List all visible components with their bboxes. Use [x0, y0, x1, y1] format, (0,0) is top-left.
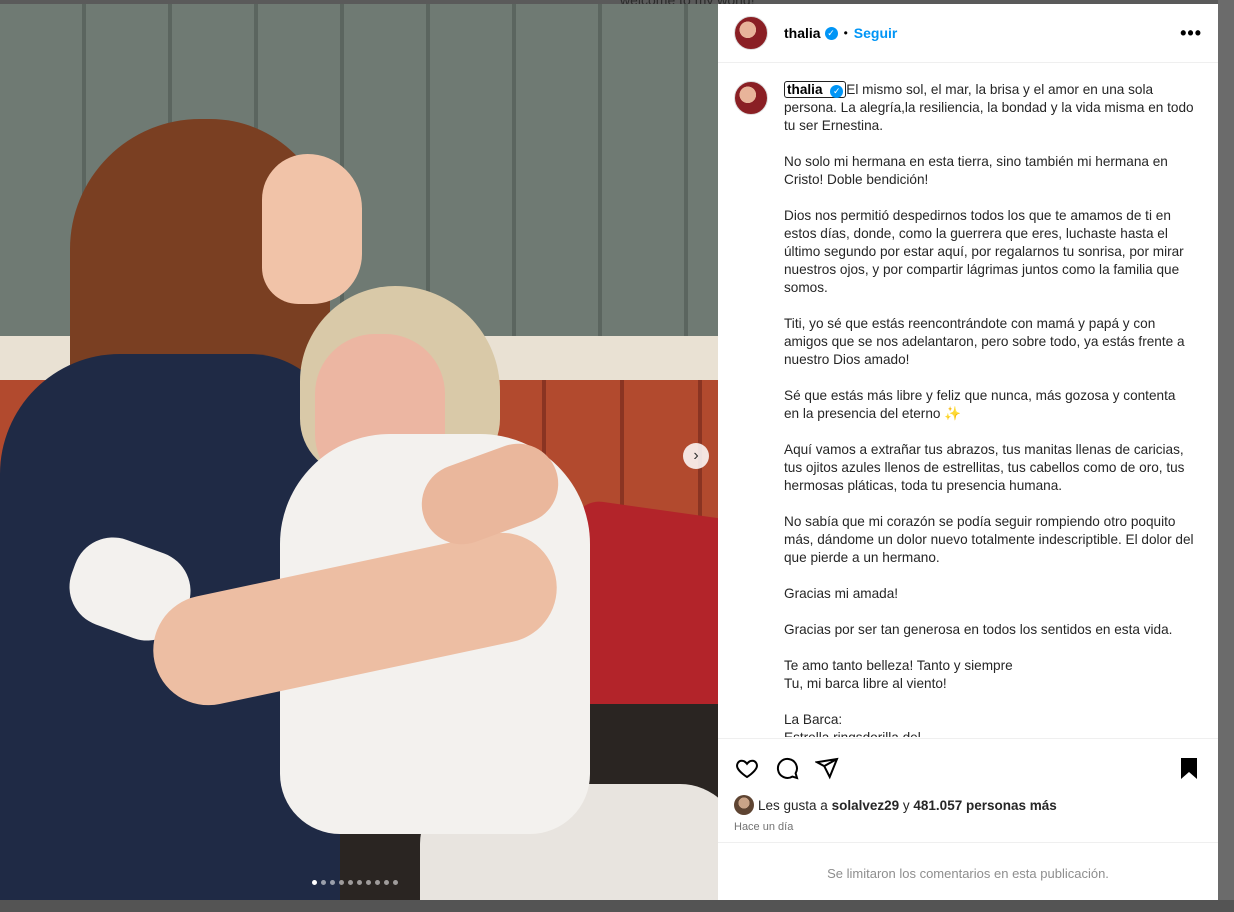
caption-paragraph: Sé que estás más libre y feliz que nunca…	[784, 388, 1176, 421]
action-icons-row	[718, 739, 1218, 783]
caption-paragraph: Te amo tanto belleza! Tanto y siempre Tu…	[784, 658, 1013, 691]
comments-disabled-notice: Se limitaron los comentarios en esta pub…	[827, 866, 1109, 881]
post-header: thalia ✓ • Seguir •••	[718, 4, 1218, 63]
caption-paragraph: El mismo sol, el mar, la brisa y el amor…	[784, 82, 1194, 133]
carousel-dot	[312, 880, 317, 885]
caption-paragraph: Titi, yo sé que estás reencontrándote co…	[784, 316, 1185, 367]
carousel-next-button[interactable]: ›	[683, 443, 709, 469]
comment-button[interactable]	[774, 755, 800, 781]
caption-paragraph: Gracias por ser tan generosa en todos lo…	[784, 622, 1173, 637]
backdrop-right-strip	[1218, 0, 1234, 912]
likes-summary: Les gusta a solalvez29 y 481.057 persona…	[718, 783, 1218, 815]
verified-badge-icon: ✓	[830, 84, 844, 98]
post-side-panel: thalia ✓ • Seguir ••• thalia ✓ El mismo s…	[718, 4, 1218, 900]
post-modal: › thalia ✓ • Seguir ••• thalia ✓ El mismo…	[0, 4, 1218, 900]
carousel-dot	[357, 880, 362, 885]
header-separator: •	[843, 26, 848, 40]
carousel-dot	[366, 880, 371, 885]
post-actions: Les gusta a solalvez29 y 481.057 persona…	[718, 738, 1218, 833]
chevron-right-icon: ›	[693, 447, 699, 464]
carousel-dot	[384, 880, 389, 885]
carousel-dot	[348, 880, 353, 885]
carousel-dot	[330, 880, 335, 885]
like-button[interactable]	[734, 755, 760, 781]
carousel-dot	[321, 880, 326, 885]
heart-icon	[736, 759, 758, 779]
liker-avatar[interactable]	[734, 795, 754, 815]
author-username[interactable]: thalia	[784, 25, 821, 41]
avatar[interactable]	[734, 16, 768, 50]
likes-count[interactable]: 481.057 personas más	[913, 798, 1056, 813]
carousel-dot	[393, 880, 398, 885]
verified-badge-icon: ✓	[824, 26, 838, 40]
carousel-dot	[339, 880, 344, 885]
follow-button[interactable]: Seguir	[854, 25, 898, 41]
carousel-dot	[375, 880, 380, 885]
post-photo: ›	[0, 4, 718, 900]
comment-icon	[776, 757, 799, 780]
caption-paragraph: Aquí vamos a extrañar tus abrazos, tus m…	[784, 442, 1185, 493]
bookmark-icon	[1181, 758, 1197, 779]
caption-paragraph: Gracias mi amada!	[784, 586, 899, 601]
caption-paragraph: La Barca: Estrella ringsdorilla del...	[784, 712, 932, 737]
save-button[interactable]	[1176, 755, 1202, 781]
caption-avatar[interactable]	[734, 81, 768, 115]
share-icon	[815, 757, 839, 780]
carousel-dots	[312, 880, 398, 885]
caption-area[interactable]: thalia ✓ El mismo sol, el mar, la brisa y…	[718, 63, 1218, 737]
post-timestamp[interactable]: Hace un día	[718, 815, 1218, 833]
caption-paragraph: No solo mi hermana en esta tierra, sino …	[784, 154, 1168, 187]
backdrop-bottom-strip	[0, 900, 1234, 912]
more-options-button[interactable]: •••	[1180, 23, 1202, 44]
liker-username[interactable]: solalvez29	[832, 798, 900, 813]
caption-paragraph: No sabía que mi corazón se podía seguir …	[784, 514, 1194, 565]
post-caption: thalia ✓ El mismo sol, el mar, la brisa y…	[784, 81, 1194, 737]
caption-username[interactable]: thalia ✓	[784, 81, 847, 98]
share-button[interactable]	[814, 755, 840, 781]
caption-paragraph: Dios nos permitió despedirnos todos los …	[784, 208, 1184, 295]
